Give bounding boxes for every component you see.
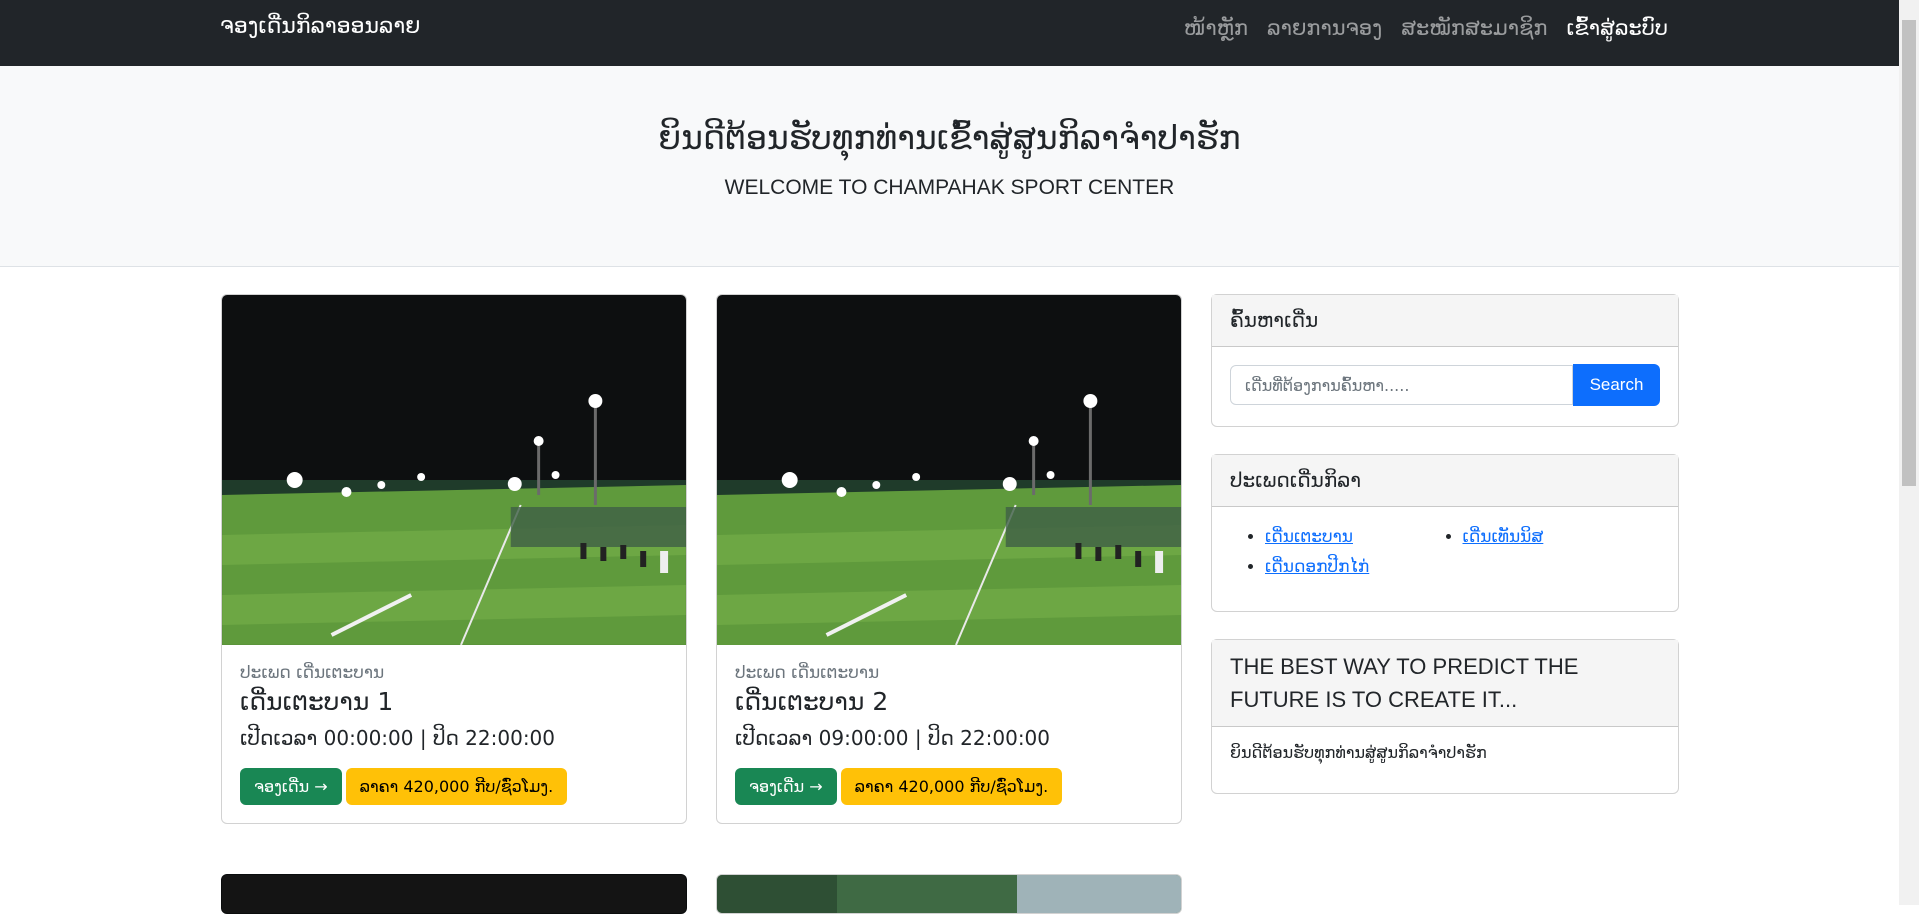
brand-logo[interactable]: ຈອງເດີ່ນກິລາອອນລາຍ <box>220 14 420 39</box>
categories-heading: ປະເພດເດີ່ນກິລາ <box>1212 455 1678 507</box>
nav-links: ໜ້າຫຼັກ ລາຍການຈອງ ສະໝັກສະມາຊິກ ເຂົ້າສູ່ລ… <box>1184 16 1668 40</box>
field-card-partial <box>221 874 687 914</box>
list-item: ເດີ່ນເຕະບານ <box>1265 527 1463 547</box>
nav-bookings[interactable]: ລາຍການຈອງ <box>1267 16 1382 40</box>
price-badge: ລາຄາ 420,000 ກີບ/ຊົ່ວໂມງ. <box>840 768 1063 805</box>
search-input[interactable]: ເດີ່ນທີ່ຕ້ອງການຄົ້ນຫາ..... <box>1230 365 1573 405</box>
list-item: ເດີ່ນເທັນນິສ <box>1463 527 1661 547</box>
book-field-button[interactable]: ຈອງເດີ່ນ → <box>240 768 342 805</box>
search-button[interactable]: Search <box>1573 364 1660 406</box>
field-photo <box>717 875 1181 913</box>
top-navbar: ຈອງເດີ່ນກິລາອອນລາຍ ໜ້າຫຼັກ ລາຍການຈອງ ສະໝ… <box>0 0 1899 66</box>
quote-body: ຍິນດີຕ້ອນຮັບທຸກທ່ານສູ່ສູນກິລາຈຳປາຮັກ <box>1230 743 1487 762</box>
page-subtitle: WELCOME TO CHAMPAHAK SPORT CENTER <box>724 176 1175 199</box>
nav-login[interactable]: ເຂົ້າສູ່ລະບົບ <box>1567 16 1668 40</box>
category-link-badminton[interactable]: ເດີ່ນດອກປີກໄກ່ <box>1265 557 1369 577</box>
nav-home[interactable]: ໜ້າຫຼັກ <box>1184 16 1248 40</box>
field-photo <box>222 875 686 913</box>
category-list: ເດີ່ນເຕະບານ ເດີ່ນເທັນນິສ ເດີ່ນດອກປີກໄກ່ <box>1230 527 1660 577</box>
category-link-football[interactable]: ເດີ່ນເຕະບານ <box>1265 527 1353 547</box>
field-hours: ເປີດເວລາ 09:00:00 | ປິດ 22:00:00 <box>735 726 1051 750</box>
scrollbar-thumb[interactable] <box>1902 20 1916 486</box>
field-title: ເດີ່ນເຕະບານ 1 <box>240 687 394 716</box>
search-panel: ຄົ້ນຫາເດີ່ນ ເດີ່ນທີ່ຕ້ອງການຄົ້ນຫາ..... S… <box>1211 294 1679 427</box>
book-field-button[interactable]: ຈອງເດີ່ນ → <box>735 768 837 805</box>
field-card: ປະເພດ ເດີ່ນເຕະບານ ເດີ່ນເຕະບານ 2 ເປີດເວລາ… <box>716 294 1182 824</box>
price-badge: ລາຄາ 420,000 ກີບ/ຊົ່ວໂມງ. <box>345 768 568 805</box>
field-photo <box>222 295 686 645</box>
categories-panel: ປະເພດເດີ່ນກິລາ ເດີ່ນເຕະບານ ເດີ່ນເທັນນິສ … <box>1211 454 1679 612</box>
field-card: ປະເພດ ເດີ່ນເຕະບານ ເດີ່ນເຕະບານ 1 ເປີດເວລາ… <box>221 294 687 824</box>
page-title: ຍິນດີຕ້ອນຮັບທຸກທ່ານເຂົ້າສູ່ສູນກິລາຈຳປາຮັ… <box>658 118 1241 157</box>
welcome-header: ຍິນດີຕ້ອນຮັບທຸກທ່ານເຂົ້າສູ່ສູນກິລາຈຳປາຮັ… <box>0 66 1899 267</box>
field-card-partial <box>716 874 1182 914</box>
list-item: ເດີ່ນດອກປີກໄກ່ <box>1265 557 1463 577</box>
search-heading: ຄົ້ນຫາເດີ່ນ <box>1212 295 1678 347</box>
nav-register[interactable]: ສະໝັກສະມາຊິກ <box>1401 16 1547 40</box>
quote-heading: THE BEST WAY TO PREDICT THE FUTURE IS TO… <box>1212 640 1678 727</box>
page-scrollbar[interactable] <box>1899 0 1919 905</box>
category-link-tennis[interactable]: ເດີ່ນເທັນນິສ <box>1463 527 1544 547</box>
field-category: ປະເພດ ເດີ່ນເຕະບານ <box>735 663 880 683</box>
field-photo <box>717 295 1181 645</box>
field-category: ປະເພດ ເດີ່ນເຕະບານ <box>240 663 385 683</box>
quote-panel: THE BEST WAY TO PREDICT THE FUTURE IS TO… <box>1211 639 1679 794</box>
field-hours: ເປີດເວລາ 00:00:00 | ປິດ 22:00:00 <box>240 726 556 750</box>
field-title: ເດີ່ນເຕະບານ 2 <box>735 687 889 716</box>
